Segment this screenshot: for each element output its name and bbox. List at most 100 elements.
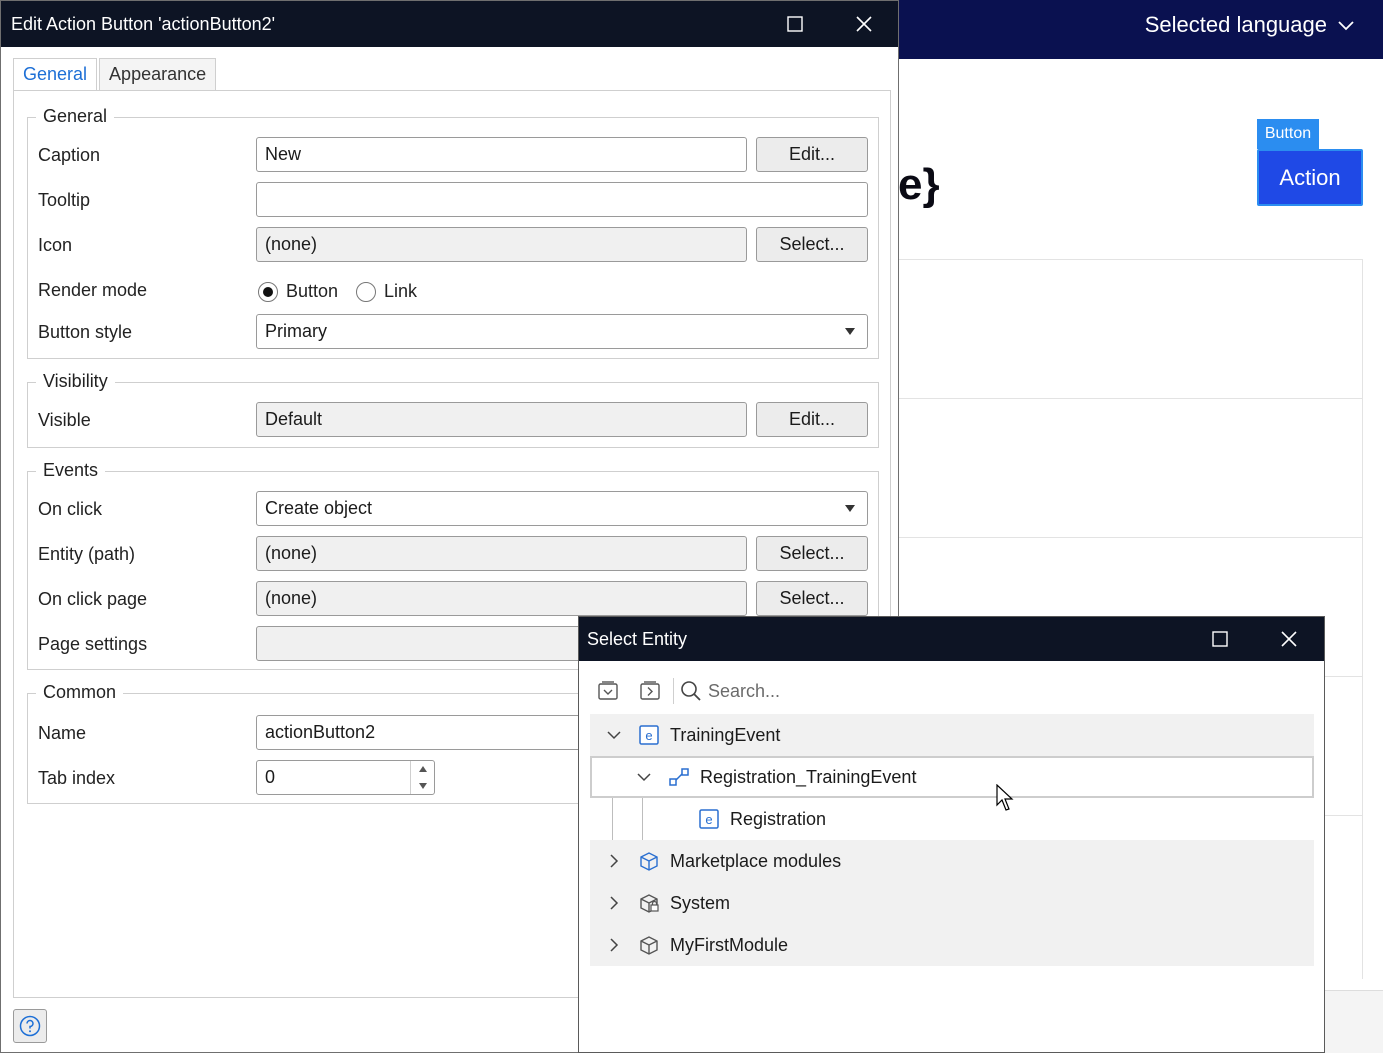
tab-bar: General Appearance <box>13 58 218 91</box>
widget-type-tag: Button <box>1257 119 1319 149</box>
icon-select-button[interactable]: Select... <box>756 227 868 262</box>
button-style-dropdown[interactable]: Primary <box>256 314 868 349</box>
tree-item-trainingevent[interactable]: e TrainingEvent <box>590 714 1314 756</box>
association-icon <box>669 768 689 786</box>
close-button[interactable] <box>1259 617 1319 661</box>
tab-index-label: Tab index <box>38 768 116 788</box>
tooltip-input[interactable] <box>256 182 868 217</box>
entity-select-button[interactable]: Select... <box>756 536 868 571</box>
chevron-down-icon <box>1338 21 1354 31</box>
tree-item-label: MyFirstModule <box>670 934 789 955</box>
close-icon <box>856 16 872 32</box>
group-legend: General <box>36 106 115 127</box>
tree-item-label: Registration <box>730 808 827 829</box>
visible-edit-button[interactable]: Edit... <box>756 402 868 437</box>
dialog-titlebar[interactable]: Select Entity <box>579 617 1324 661</box>
radio-label: Button <box>286 281 339 301</box>
select-entity-dialog: Select Entity Search... e TrainingEvent … <box>578 616 1325 1053</box>
tree-item-label: Marketplace modules <box>670 850 842 871</box>
search-input[interactable] <box>708 680 1108 702</box>
help-button[interactable] <box>13 1009 47 1043</box>
divider <box>1362 259 1363 979</box>
mouse-cursor-icon <box>996 784 1014 811</box>
dialog-titlebar[interactable]: Edit Action Button 'actionButton2' <box>1 1 898 47</box>
icon-value-field: (none) <box>256 227 747 262</box>
render-mode-label: Render mode <box>38 280 148 300</box>
name-label: Name <box>38 723 87 743</box>
group-legend: Events <box>36 460 106 481</box>
chevron-right-icon[interactable] <box>606 937 622 953</box>
render-mode-link-radio[interactable]: Link <box>356 281 417 302</box>
divider <box>898 398 1363 399</box>
background-panel <box>1325 990 1383 1053</box>
entity-icon: e <box>639 725 659 745</box>
radio-circle <box>356 281 376 302</box>
maximize-icon <box>1212 631 1228 647</box>
collapse-all-icon <box>640 681 660 700</box>
help-icon <box>19 1015 41 1037</box>
on-click-dropdown[interactable]: Create object <box>256 491 868 526</box>
close-button[interactable] <box>834 1 894 47</box>
tree-item-registration-trainingevent[interactable]: Registration_TrainingEvent <box>590 756 1314 798</box>
tree-item-myfirstmodule[interactable]: MyFirstModule <box>590 924 1314 966</box>
divider <box>898 537 1363 538</box>
expand-all-icon <box>598 681 618 700</box>
on-click-label: On click <box>38 499 103 519</box>
visible-label: Visible <box>38 410 91 430</box>
expand-all-button[interactable] <box>591 674 625 708</box>
on-click-page-field: (none) <box>256 581 747 616</box>
stepper-up-button[interactable] <box>411 761 434 778</box>
module-box-icon <box>640 852 658 871</box>
group-legend: Visibility <box>36 371 115 392</box>
tooltip-input-text[interactable] <box>265 189 859 210</box>
tab-index-input[interactable] <box>265 767 404 788</box>
radio-label: Link <box>384 281 418 301</box>
entity-path-label: Entity (path) <box>38 544 136 564</box>
svg-text:e: e <box>645 728 652 743</box>
entity-path-field: (none) <box>256 536 747 571</box>
tab-appearance[interactable]: Appearance <box>99 58 217 91</box>
arrow-down-icon <box>418 782 427 789</box>
maximize-button[interactable] <box>765 1 825 47</box>
on-click-page-select-button[interactable]: Select... <box>756 581 868 616</box>
chevron-down-icon[interactable] <box>636 769 652 785</box>
toolbar-separator <box>673 678 674 704</box>
chevron-right-icon[interactable] <box>606 895 622 911</box>
dropdown-arrow-icon <box>845 505 855 512</box>
page-heading-fragment: e} <box>898 160 940 209</box>
search-icon <box>681 681 701 701</box>
icon-label: Icon <box>38 235 73 255</box>
visibility-group: Visibility Visible Default Edit... <box>27 371 879 448</box>
tree-item-marketplace-modules[interactable]: Marketplace modules <box>590 840 1314 882</box>
tree-item-system[interactable]: System <box>590 882 1314 924</box>
module-box-icon <box>640 936 658 955</box>
language-selector[interactable]: Selected language <box>1145 12 1355 38</box>
caption-input[interactable] <box>256 137 747 172</box>
general-group: General Caption Edit... Tooltip Icon (no… <box>27 106 879 359</box>
tree-toolbar <box>591 673 1313 709</box>
maximize-button[interactable] <box>1190 617 1250 661</box>
tab-index-stepper[interactable] <box>256 760 435 795</box>
caption-input-text[interactable] <box>265 144 738 165</box>
radio-circle <box>258 281 278 302</box>
divider <box>898 259 1363 260</box>
stepper-down-button[interactable] <box>411 778 434 795</box>
chevron-right-icon[interactable] <box>606 853 622 869</box>
maximize-icon <box>787 16 803 32</box>
action-button-widget[interactable]: Action <box>1257 149 1363 206</box>
stepper-controls <box>410 761 434 794</box>
tree-item-registration[interactable]: e Registration <box>590 798 1314 840</box>
svg-text:e: e <box>705 812 712 827</box>
dialog-title: Select Entity <box>587 628 688 649</box>
arrow-up-icon <box>418 766 427 773</box>
button-style-label: Button style <box>38 322 133 342</box>
chevron-down-icon[interactable] <box>606 727 622 743</box>
group-legend: Common <box>36 682 124 703</box>
caption-edit-button[interactable]: Edit... <box>756 137 868 172</box>
system-module-icon <box>640 894 659 913</box>
tooltip-label: Tooltip <box>38 190 91 210</box>
tab-general[interactable]: General <box>13 58 98 91</box>
render-mode-button-radio[interactable]: Button <box>258 281 338 302</box>
tree-item-label: System <box>670 892 731 913</box>
collapse-all-button[interactable] <box>633 674 667 708</box>
